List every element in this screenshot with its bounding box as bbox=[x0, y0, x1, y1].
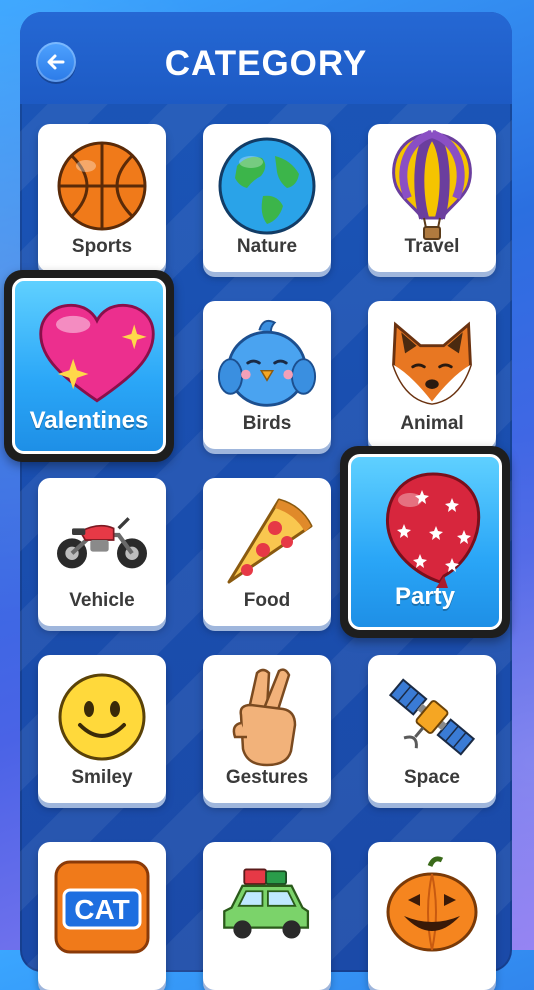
sparkling-heart-icon bbox=[35, 295, 159, 413]
category-label: Birds bbox=[242, 413, 292, 434]
category-card-animal[interactable]: Animal bbox=[368, 301, 496, 449]
basketball-icon bbox=[52, 136, 152, 236]
category-label: Valentines bbox=[29, 407, 149, 434]
category-label: Animal bbox=[400, 413, 464, 434]
category-label: Nature bbox=[236, 236, 298, 257]
hot-air-balloon-icon bbox=[382, 130, 482, 240]
earth-globe-icon bbox=[217, 136, 317, 236]
satellite-icon bbox=[382, 667, 482, 767]
category-label: Food bbox=[243, 590, 291, 611]
category-label: Gestures bbox=[225, 767, 309, 788]
motorcycle-icon bbox=[52, 490, 152, 590]
header-bar: CATEGORY bbox=[20, 12, 512, 104]
category-label: Vehicle bbox=[69, 590, 135, 611]
category-card-vehicle[interactable]: Vehicle bbox=[38, 478, 166, 626]
page-title: CATEGORY bbox=[164, 44, 368, 83]
category-card-birds[interactable]: Birds bbox=[203, 301, 331, 449]
category-card-food[interactable]: Food bbox=[203, 478, 331, 626]
category-card-space[interactable]: Space bbox=[368, 655, 496, 803]
category-label: Party bbox=[394, 583, 456, 610]
category-card-valentines[interactable]: Valentines bbox=[4, 270, 174, 462]
smiley-face-icon bbox=[52, 667, 152, 767]
car-icon bbox=[217, 854, 317, 954]
crossed-fingers-icon bbox=[217, 667, 317, 767]
category-label: Space bbox=[404, 767, 460, 788]
category-card-words[interactable]: CAT bbox=[38, 842, 166, 990]
category-card-halloween[interactable] bbox=[368, 842, 496, 990]
category-card-cars[interactable] bbox=[203, 842, 331, 990]
category-card-party[interactable]: Party bbox=[340, 446, 510, 638]
selected-card-highlight: Party bbox=[348, 454, 502, 630]
category-label: Smiley bbox=[71, 767, 133, 788]
category-label: Travel bbox=[404, 236, 460, 257]
cat-word-tile-icon: CAT bbox=[52, 854, 152, 954]
pizza-icon bbox=[217, 490, 317, 590]
jack-o-lantern-icon bbox=[382, 854, 482, 954]
category-card-smiley[interactable]: Smiley bbox=[38, 655, 166, 803]
fox-icon bbox=[382, 313, 482, 413]
category-card-nature[interactable]: Nature bbox=[203, 124, 331, 272]
bird-icon bbox=[217, 313, 317, 413]
balloon-icon bbox=[371, 471, 495, 589]
category-card-sports[interactable]: Sports bbox=[38, 124, 166, 272]
category-card-travel[interactable]: Travel bbox=[368, 124, 496, 272]
cat-tile-text: CAT bbox=[74, 894, 129, 925]
selected-card-highlight: Valentines bbox=[12, 278, 166, 454]
category-label: Sports bbox=[71, 236, 133, 257]
category-card-gestures[interactable]: Gestures bbox=[203, 655, 331, 803]
